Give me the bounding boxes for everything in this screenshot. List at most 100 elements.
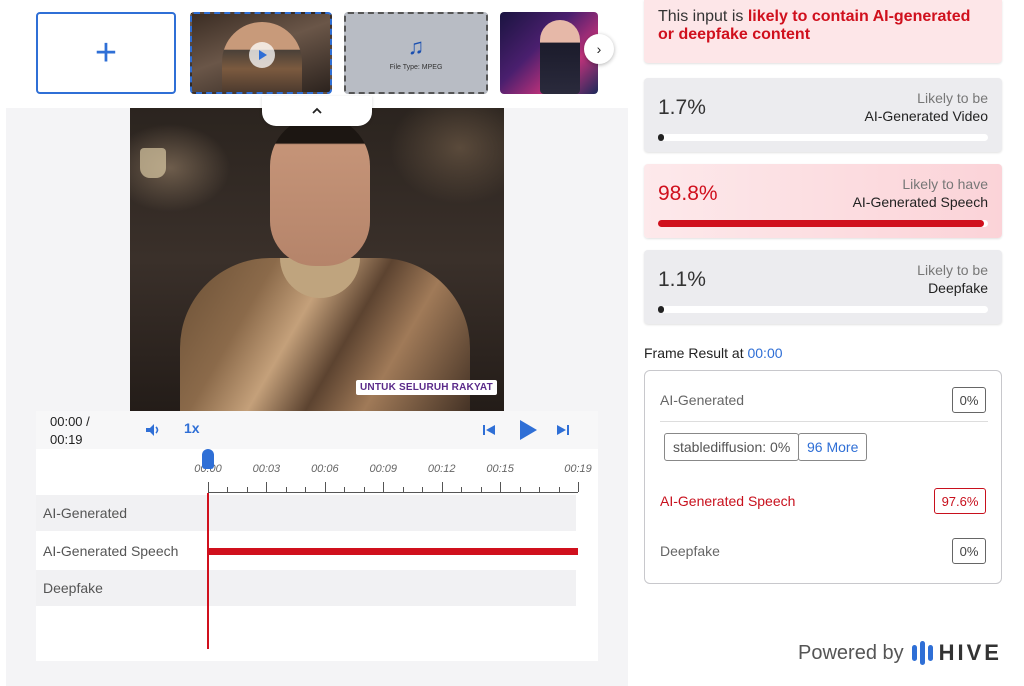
thumbnail-audio[interactable]: ♫ File Type: MPEG [344,12,488,94]
frame-speech-label: AI-Generated Speech [660,493,796,509]
video-person-head [270,116,370,266]
track-label-ai-generated: AI-Generated [43,505,128,521]
thumbnail-portrait [540,20,580,94]
hive-wordmark: HIVE [938,640,1002,665]
music-note-icon: ♫ [407,33,425,59]
hive-logo-icon [911,641,933,665]
video-lamp [140,148,166,178]
frame-ai-generated-label: AI-Generated [660,392,745,408]
powered-by-label: Powered by [798,641,904,664]
playhead-line [207,493,209,649]
tick-mark [305,487,307,492]
thumbnail-video-selected[interactable] [190,12,332,94]
score-percent: 98.8% [658,182,718,205]
thumbnail-strip: + ♫ File Type: MPEG › [6,0,628,108]
frame-ai-generated-value: 0% [952,387,986,413]
score-card-ai-speech: 98.8% Likely to have AI-Generated Speech [644,164,1002,238]
player-controls: 00:00 / 00:19 1x [36,411,598,449]
track-ai-generated-speech: AI-Generated Speech [36,533,578,569]
skip-back-icon[interactable] [480,421,498,439]
tick-mark [519,487,521,492]
score-category: Deepfake [928,280,988,296]
tick-mark [441,482,443,492]
frame-result-box: AI-Generated 0% stablediffusion: 0% 96 M… [644,370,1002,584]
tick-mark [480,487,482,492]
score-percent: 1.1% [658,268,706,291]
score-bar-fill [658,306,664,313]
frame-deepfake-value: 0% [952,538,986,564]
score-caption: Likely to be [917,262,988,278]
verdict-prefix: This input is [658,8,748,25]
playback-speed-button[interactable]: 1x [184,420,200,436]
tick-mark [246,487,248,492]
tick-label: 00:09 [369,463,398,475]
duration: 00:19 [50,432,83,447]
tick-label: 00:19 [564,463,592,475]
frame-result-timestamp: 00:00 [747,345,783,361]
tick-mark [539,487,541,492]
media-player: 00:00 / 00:19 1x 00:00 00:03 00:06 00:09 00:… [36,411,598,661]
score-caption: Likely to have [902,176,988,192]
chevron-right-icon: › [596,41,602,57]
video-preview[interactable]: UNTUK SELURUH RAKYAT [130,108,504,412]
more-models-button[interactable]: 96 More [798,433,868,461]
current-time: 00:00 / [50,414,90,429]
timeline[interactable]: 00:00 00:03 00:06 00:09 00:12 00:15 00:19 AI-G… [36,449,598,661]
score-category: AI-Generated Video [864,108,989,124]
tick-label: 00:03 [252,463,281,475]
tick-mark [422,487,424,492]
tick-mark [578,482,579,492]
score-bar-fill [658,134,664,141]
tick-label: 00:06 [311,463,339,475]
track-deepfake: Deepfake [36,570,576,606]
score-bar [658,220,988,227]
model-chip-stablediffusion[interactable]: stablediffusion: 0% [664,433,800,461]
speech-detection-bar [208,548,578,555]
tick-mark [500,482,502,492]
tick-mark [208,482,209,492]
time-readout: 00:00 / 00:19 [50,413,120,449]
tick-mark [324,482,326,492]
score-bar-fill [658,220,985,227]
play-icon [249,42,275,68]
tick-mark [461,487,463,492]
play-button[interactable] [514,417,540,443]
verdict-banner: This input is likely to contain AI-gener… [644,0,1002,63]
tick-mark [363,487,365,492]
frame-speech-value: 97.6% [934,488,986,514]
tick-mark [285,487,287,492]
plus-icon: + [94,32,118,74]
volume-icon[interactable] [144,421,162,439]
ruler-ticks [208,482,579,493]
add-media-button[interactable]: + [36,12,176,94]
playhead-handle[interactable] [202,449,214,469]
powered-by-footer: Powered by HIVE [798,640,1002,666]
track-ai-generated: AI-Generated [36,495,576,531]
tick-label: 00:15 [486,463,514,475]
score-caption: Likely to be [917,90,988,106]
tick-mark [558,487,560,492]
tick-mark [383,482,385,492]
divider [660,421,988,422]
play-icon [520,420,537,440]
score-bar [658,134,988,141]
collapse-thumbnails-button[interactable] [262,96,372,126]
tick-mark [402,487,404,492]
track-label-ai-generated-speech: AI-Generated Speech [43,543,179,559]
score-bar [658,306,988,313]
results-panel: This input is likely to contain AI-gener… [628,0,1024,686]
skip-forward-icon[interactable] [554,421,572,439]
thumbnail-image[interactable] [500,12,598,94]
frame-result-title: Frame Result at 00:00 [644,345,783,361]
score-card-ai-video: 1.7% Likely to be AI-Generated Video [644,78,1002,152]
audio-file-type: File Type: MPEG [389,63,443,71]
tick-mark [344,487,346,492]
next-thumbnails-button[interactable]: › [584,34,614,64]
track-label-deepfake: Deepfake [43,580,103,596]
video-caption: UNTUK SELURUH RAKYAT [356,380,497,395]
frame-deepfake-label: Deepfake [660,543,720,559]
timeline-ruler: 00:00 00:03 00:06 00:09 00:12 00:15 00:19 [194,449,592,497]
hive-logo[interactable]: HIVE [911,640,1002,666]
chevron-up-icon [312,107,322,114]
tick-mark [266,482,268,492]
